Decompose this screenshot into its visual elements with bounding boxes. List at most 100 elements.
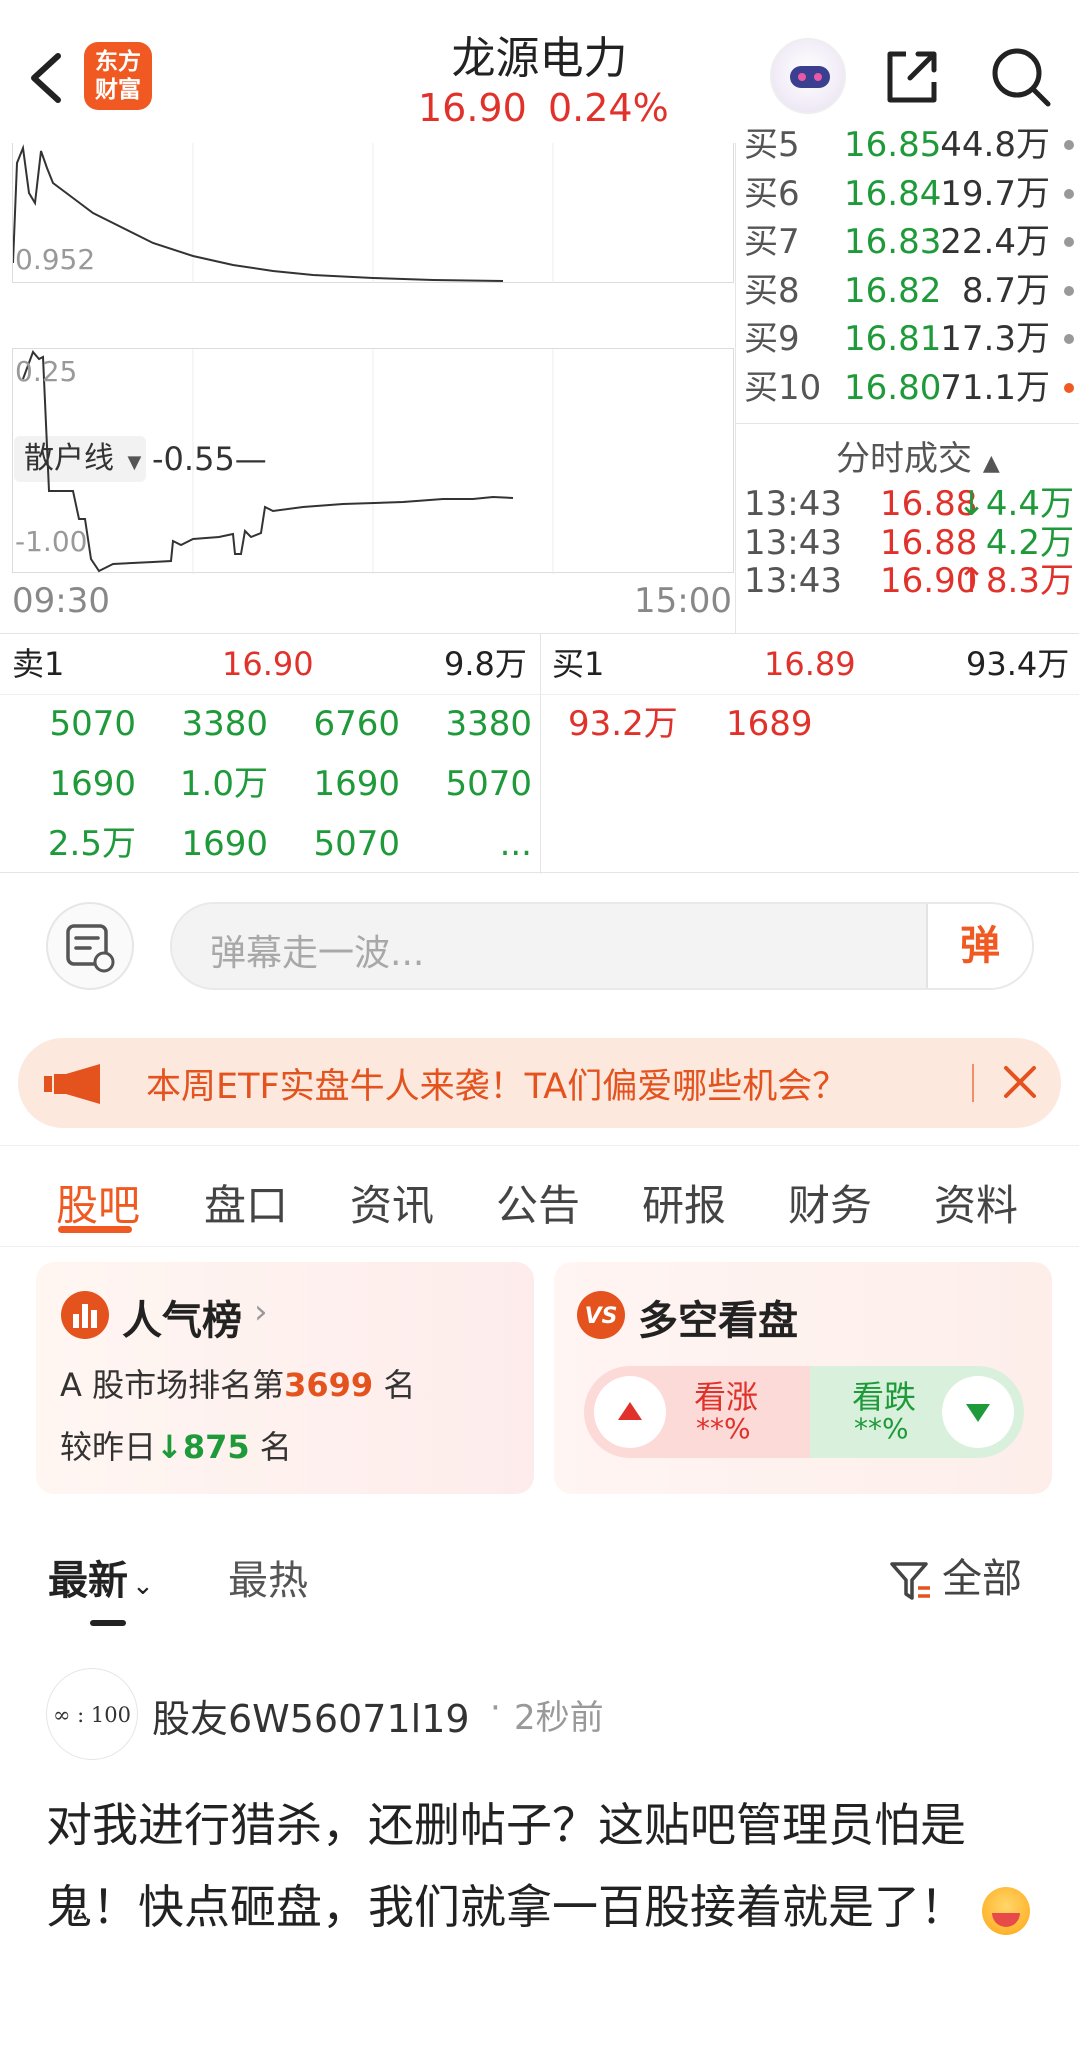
book-level-dot bbox=[1064, 188, 1074, 199]
feed-tab-latest-label: 最新 bbox=[48, 1558, 128, 1604]
order-book-row: 买7 16.83 22.4万 bbox=[744, 218, 1074, 266]
order-book-row: 买8 16.82 8.7万 bbox=[744, 267, 1074, 315]
section-tabs: 股吧 盘口 资讯 公告 研报 财务 资料 bbox=[0, 1145, 1079, 1247]
active-tab-indicator bbox=[58, 1226, 132, 1233]
avatar[interactable]: ∞ : 100 bbox=[46, 1668, 138, 1760]
sell-queue-cell: 6760 bbox=[313, 704, 400, 744]
post-author[interactable]: 股友6W56071l19 bbox=[152, 1688, 470, 1743]
change-prefix: 较昨日 bbox=[60, 1428, 157, 1466]
sell1-price: 16.90 bbox=[222, 645, 314, 683]
upper-indicator-chart: 0.952 bbox=[12, 143, 734, 283]
feed-tab-latest[interactable]: 最新 ⌄ bbox=[48, 1548, 154, 1606]
bullish-value: **% bbox=[696, 1412, 751, 1445]
trade-row: 13:43 16.90 ↑8.3万 bbox=[744, 556, 1074, 606]
tab-announcements[interactable]: 公告 bbox=[496, 1172, 580, 1233]
popularity-title: 人气榜 bbox=[122, 1298, 242, 1344]
tab-profile[interactable]: 资料 bbox=[934, 1172, 1018, 1233]
order-book-panel[interactable]: 买5 16.85 44.8万 买6 16.84 19.7万 买7 16.83 22.4万 买8 16… bbox=[735, 125, 1079, 633]
feed-tab-indicator bbox=[90, 1620, 126, 1626]
tab-news[interactable]: 资讯 bbox=[350, 1172, 434, 1233]
queue-header-divider bbox=[0, 694, 1079, 695]
book-level-dot bbox=[1064, 285, 1074, 296]
trade-volume: ↑8.3万 bbox=[957, 556, 1074, 606]
share-icon[interactable] bbox=[880, 44, 944, 108]
trades-title[interactable]: 分时成交 ▲ bbox=[836, 431, 1000, 480]
eating-emoji-icon bbox=[982, 1886, 1030, 1935]
sell-queue-cell: 1690 bbox=[49, 764, 136, 804]
ai-assistant-icon[interactable] bbox=[770, 38, 846, 114]
meta-separator: · bbox=[490, 1688, 501, 1728]
tab-guba[interactable]: 股吧 bbox=[56, 1172, 140, 1233]
trade-volume-value: 8.3万 bbox=[985, 561, 1074, 601]
lower-top-label: 0.25 bbox=[15, 355, 78, 388]
rank-line: A 股市场排名第3699 名 bbox=[60, 1360, 415, 1406]
tab-research[interactable]: 研报 bbox=[642, 1172, 726, 1233]
sort-up-icon: ▲ bbox=[982, 451, 1000, 476]
up-arrow-icon bbox=[594, 1376, 666, 1448]
retail-line bbox=[22, 349, 554, 574]
queue-divider bbox=[540, 634, 541, 874]
buy-queue-cell: 93.2万 bbox=[568, 704, 678, 744]
tab-pankou[interactable]: 盘口 bbox=[204, 1172, 288, 1233]
order-book-row: 买6 16.84 19.7万 bbox=[744, 170, 1074, 218]
popularity-card[interactable]: 人气榜 › A 股市场排名第3699 名 较昨日↓875 名 bbox=[36, 1262, 534, 1494]
book-level-label: 买7 bbox=[744, 222, 800, 262]
filter-button[interactable]: 全部 bbox=[888, 1546, 1022, 1604]
tab-finance[interactable]: 财务 bbox=[788, 1172, 872, 1233]
chevron-right-icon: › bbox=[254, 1292, 268, 1332]
close-icon[interactable] bbox=[1002, 1064, 1038, 1100]
book-level-volume: 44.8万 bbox=[940, 125, 1050, 165]
bearish-button[interactable]: 看跌 **% bbox=[810, 1366, 1024, 1458]
book-level-volume: 8.7万 bbox=[961, 270, 1050, 311]
book-level-volume: 22.4万 bbox=[940, 222, 1050, 262]
book-level-price: 16.82 bbox=[844, 270, 942, 311]
post-body[interactable]: 对我进行猎杀，还删帖子？这贴吧管理员怕是鬼！快点砸盘，我们就拿一百股接着就是了！ bbox=[46, 1784, 1046, 1948]
bearish-value: **% bbox=[854, 1412, 909, 1445]
trades-title-text: 分时成交 bbox=[836, 439, 972, 479]
book-level-dot bbox=[1064, 334, 1074, 344]
sell1-label: 卖1 bbox=[12, 645, 65, 683]
sell-queue-cell: 2.5万 bbox=[47, 824, 136, 864]
change-suffix: 名 bbox=[259, 1428, 292, 1466]
sell-queue-cell: 3380 bbox=[181, 704, 268, 744]
down-triangle-icon bbox=[942, 1376, 1014, 1448]
feed-tab-hottest[interactable]: 最热 bbox=[228, 1548, 308, 1606]
filter-label: 全部 bbox=[942, 1556, 1022, 1602]
intraday-chart-area[interactable]: 0.952 散户线 ▼ -0.55— 0.25 -1.00 09:30 15:0… bbox=[0, 143, 735, 633]
sell-queue-cell: 1690 bbox=[181, 824, 268, 864]
buy1-label: 买1 bbox=[552, 645, 605, 683]
sell-queue-cell: 3380 bbox=[445, 704, 532, 744]
danmu-send-button[interactable]: 弹 bbox=[926, 904, 1032, 988]
sell-queue-cell: 5070 bbox=[313, 824, 400, 864]
book-level-label: 买6 bbox=[744, 173, 800, 214]
note-button[interactable] bbox=[46, 902, 134, 990]
svg-text:VS: VS bbox=[585, 1304, 618, 1329]
post-text: 对我进行猎杀，还删帖子？这贴吧管理员怕是鬼！快点砸盘，我们就拿一百股接着就是了！ bbox=[46, 1798, 966, 1934]
book-level-volume: 19.7万 bbox=[940, 173, 1050, 214]
danmu-placeholder: 弹幕走一波... bbox=[210, 933, 425, 974]
stock-price: 16.90 bbox=[418, 86, 527, 130]
sell-queue-cell: 5070 bbox=[49, 704, 136, 744]
order-book-row: 买5 16.85 44.8万 bbox=[744, 121, 1074, 169]
book-level-price: 16.81 bbox=[844, 319, 942, 359]
rank-value: 3699 bbox=[284, 1366, 374, 1404]
buy-queue-cell: 1689 bbox=[726, 704, 813, 744]
rank-suffix: 名 bbox=[383, 1366, 416, 1404]
danmu-input[interactable]: 弹幕走一波... 弹 bbox=[170, 902, 1034, 990]
sell-queue-cell: 5070 bbox=[445, 764, 532, 804]
bullish-button[interactable]: 看涨 **% bbox=[584, 1366, 810, 1458]
book-level-price: 16.83 bbox=[844, 222, 942, 262]
book-level-volume: 71.1万 bbox=[940, 367, 1050, 408]
trades-divider bbox=[736, 423, 1079, 424]
book-level-label: 买9 bbox=[744, 319, 800, 359]
promo-banner[interactable]: 本周ETF实盘牛人来袭！TA们偏爱哪些机会？ bbox=[18, 1038, 1061, 1128]
search-icon[interactable] bbox=[988, 44, 1054, 110]
change-value: 875 bbox=[182, 1428, 250, 1466]
promo-text: 本周ETF实盘牛人来袭！TA们偏爱哪些机会？ bbox=[146, 1067, 848, 1107]
ranking-icon bbox=[61, 1291, 109, 1339]
megaphone-icon bbox=[44, 1064, 100, 1104]
book-level-volume: 17.3万 bbox=[940, 319, 1050, 359]
sentiment-title: 多空看盘 bbox=[638, 1298, 798, 1344]
sell1-volume: 9.8万 bbox=[444, 645, 527, 683]
order-book-row: 买9 16.81 17.3万 bbox=[744, 315, 1074, 363]
